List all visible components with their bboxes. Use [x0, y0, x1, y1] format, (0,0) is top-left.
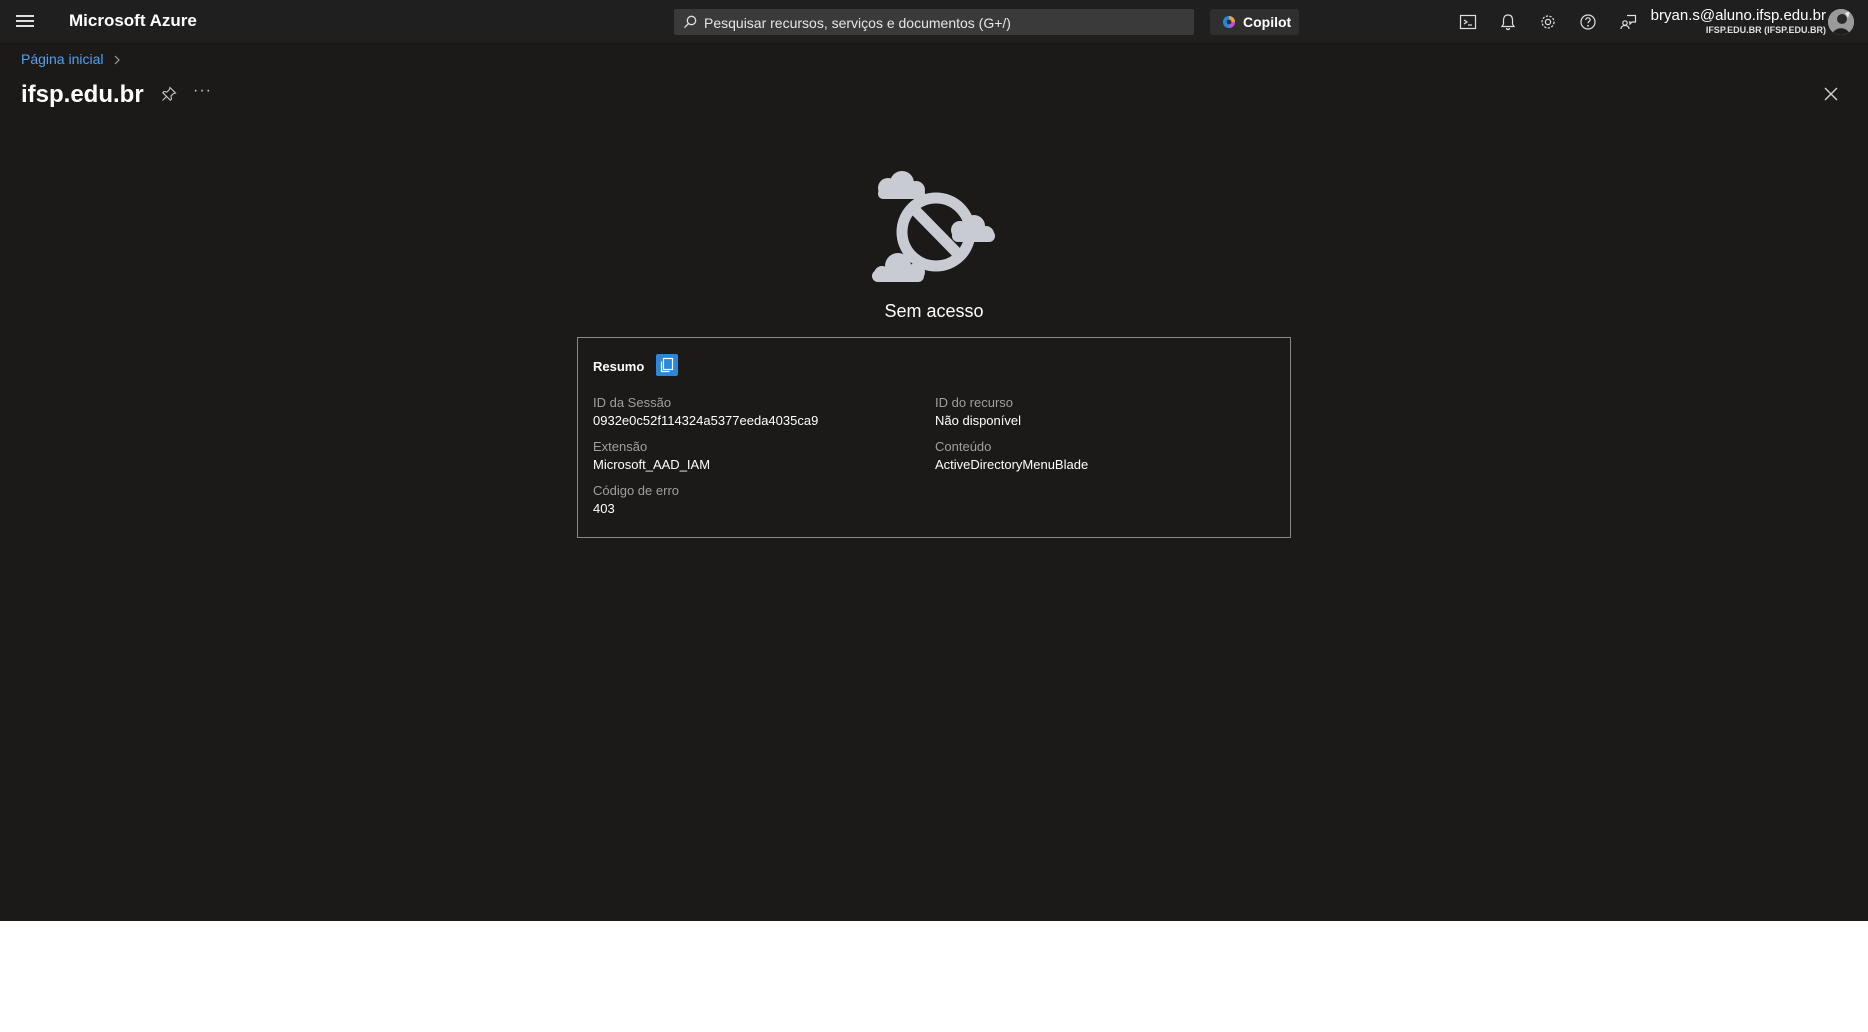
avatar[interactable]: [1828, 9, 1854, 35]
session-id-label: ID da Sessão: [593, 395, 672, 410]
content-field: Conteúdo ActiveDirectoryMenuBlade: [935, 439, 1088, 472]
close-icon[interactable]: [1822, 85, 1840, 103]
resource-id-field: ID do recurso Não disponível: [935, 395, 1021, 428]
content-value: ActiveDirectoryMenuBlade: [935, 457, 1089, 472]
copilot-button[interactable]: Copilot: [1210, 9, 1299, 35]
brand-title[interactable]: Microsoft Azure: [69, 11, 197, 31]
error-code-value: 403: [593, 501, 615, 516]
pin-icon[interactable]: [160, 85, 178, 103]
resource-id-value: Não disponível: [935, 413, 1021, 428]
error-code-field: Código de erro 403: [593, 483, 679, 516]
session-id-value: 0932e0c52f114324a5377eeda4035ca9: [593, 413, 819, 428]
account-email: bryan.s@aluno.ifsp.edu.br: [1650, 7, 1826, 24]
top-bar: Microsoft Azure Copilot: [0, 0, 1868, 43]
resource-id-label: ID do recurso: [935, 395, 1014, 410]
error-summary-card: Resumo ID da Sessão 0932e0c52f114324a537…: [577, 337, 1291, 538]
error-title: Sem acesso: [884, 301, 984, 321]
chevron-right-icon: [114, 55, 121, 65]
avatar-image: [1828, 9, 1854, 35]
search-icon: [684, 15, 697, 29]
no-access-illustration: [872, 171, 995, 282]
search-input[interactable]: [702, 9, 1186, 37]
extension-label: Extensão: [593, 439, 648, 454]
extension-value: Microsoft_AAD_IAM: [593, 457, 711, 472]
bell-icon[interactable]: [1498, 12, 1518, 32]
extension-field: Extensão Microsoft_AAD_IAM: [593, 439, 710, 472]
breadcrumb-home[interactable]: Página inicial: [21, 51, 104, 67]
feedback-icon[interactable]: [1618, 12, 1638, 32]
cloud-shell-icon[interactable]: [1458, 12, 1478, 32]
menu-icon[interactable]: [16, 12, 34, 30]
copilot-logo-icon: [1223, 16, 1235, 28]
error-code-label: Código de erro: [593, 483, 679, 498]
portal-window: Microsoft Azure Copilot: [0, 0, 1868, 921]
copy-icon: [660, 357, 674, 373]
content-label: Conteúdo: [935, 439, 992, 454]
help-icon[interactable]: [1578, 12, 1598, 32]
breadcrumb: Página inicial: [21, 51, 121, 67]
account-tenant: IFSP.EDU.BR (IFSP.EDU.BR): [1705, 25, 1826, 35]
global-search[interactable]: [674, 9, 1194, 37]
copy-button[interactable]: [656, 354, 678, 376]
more-options-button[interactable]: ···: [193, 82, 212, 100]
session-id-field: ID da Sessão 0932e0c52f114324a5377eeda40…: [593, 395, 818, 428]
gear-icon[interactable]: [1538, 12, 1558, 32]
summary-title: Resumo: [593, 359, 645, 374]
page-title: ifsp.edu.br: [21, 81, 144, 108]
account-menu[interactable]: bryan.s@aluno.ifsp.edu.br IFSP.EDU.BR (I…: [1651, 7, 1826, 35]
copilot-label: Copilot: [1243, 14, 1292, 30]
